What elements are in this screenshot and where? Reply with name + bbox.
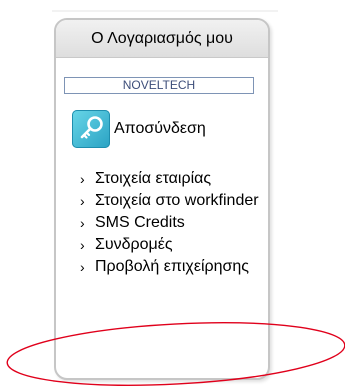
menu-item-company-details[interactable]: › Στοιχεία εταιρίας [80,168,266,190]
menu-item-label: SMS Credits [95,214,185,231]
account-menu: › Στοιχεία εταιρίας › Στοιχεία στο workf… [80,168,266,278]
logout-label: Αποσύνδεση [114,120,206,137]
menu-item-sms-credits[interactable]: › SMS Credits [80,212,266,234]
menu-item-label: Στοιχεία εταιρίας [95,170,212,187]
menu-item-workfinder-details[interactable]: › Στοιχεία στο workfinder [80,190,266,212]
menu-item-label: Στοιχεία στο workfinder [95,192,259,209]
menu-item-label: Συνδρομές [95,236,173,253]
bullet-arrow-icon: › [80,171,85,187]
logout-link[interactable]: Αποσύνδεση [72,109,206,149]
menu-item-business-profile[interactable]: › Προβολή επιχείρησης [80,256,266,278]
top-divider [52,10,278,12]
panel-title: Ο Λογαριασμός μου [56,20,268,58]
account-panel: Ο Λογαριασμός μου NOVELTECH Αποσύνδεση ›… [54,18,270,380]
bullet-arrow-icon: › [80,193,85,209]
key-icon [72,110,110,148]
bullet-arrow-icon: › [80,237,85,253]
menu-item-label: Προβολή επιχείρησης [95,258,249,275]
company-name: NOVELTECH [64,77,254,94]
menu-item-subscriptions[interactable]: › Συνδρομές [80,234,266,256]
bullet-arrow-icon: › [80,215,85,231]
bullet-arrow-icon: › [80,259,85,275]
